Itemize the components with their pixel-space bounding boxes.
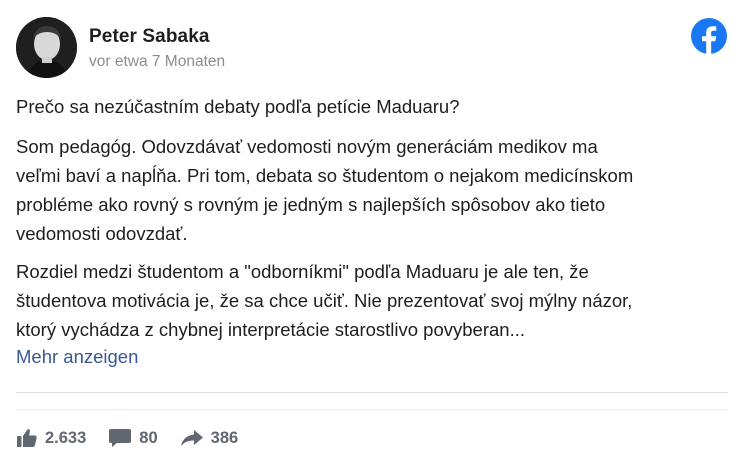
show-more-link[interactable]: Mehr anzeigen [16,346,138,368]
paragraph-line: ktorý vychádza z chybnej interpretácie s… [16,319,525,340]
paragraph-line: vedomosti odovzdať. [16,223,188,244]
avatar[interactable] [16,17,77,78]
comment-count: 80 [139,428,158,447]
paragraph-line: probléme ako rovný s rovným je jedným s … [16,194,606,215]
engagement-bar: 2.633 80 386 [16,428,260,448]
post-paragraph-2: Rozdiel medzi študentom a "odborníkmi" p… [16,257,728,344]
author-name[interactable]: Peter Sabaka [89,26,210,48]
facebook-post: Peter Sabaka vor etwa 7 Monaten Prečo sa… [0,0,742,466]
paragraph-line: Som pedagóg. Odovzdávať vedomosti novým … [16,136,598,157]
post-title: Prečo sa nezúčastním debaty podľa petíci… [16,96,460,117]
like-count: 2.633 [45,428,87,447]
share-arrow-icon [180,430,203,446]
share-stat[interactable]: 386 [180,428,239,448]
divider [16,392,728,393]
paragraph-line: študentova motivácia je, že sa chce učiť… [16,290,633,311]
facebook-logo-icon[interactable] [691,18,727,54]
paragraph-line: veľmi baví a napĺňa. Pri tom, debata so … [16,165,634,186]
divider [16,409,728,410]
paragraph-line: Rozdiel medzi študentom a "odborníkmi" p… [16,261,589,282]
thumbs-up-icon [17,429,37,447]
post-paragraph-1: Som pedagóg. Odovzdávať vedomosti novým … [16,132,728,248]
like-stat[interactable]: 2.633 [16,428,86,448]
comment-bubble-icon [109,429,132,447]
post-timestamp[interactable]: vor etwa 7 Monaten [89,53,225,71]
share-count: 386 [210,428,239,447]
avatar-photo [16,17,77,78]
comment-stat[interactable]: 80 [108,428,158,448]
